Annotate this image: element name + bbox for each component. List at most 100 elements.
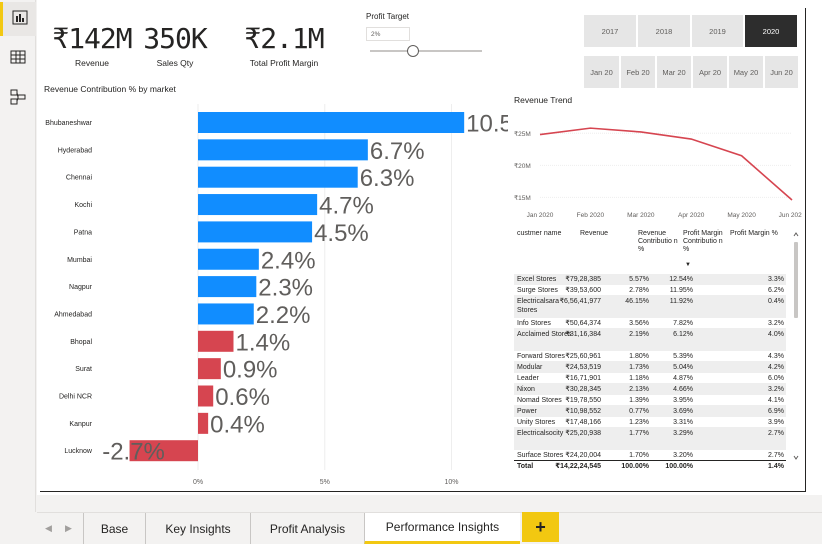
profit-target-input[interactable]: 2%: [366, 27, 410, 41]
bar: [198, 248, 259, 270]
add-page-button[interactable]: +: [522, 512, 559, 542]
kpi-card-profit-margin[interactable]: ₹2.1M Total Profit Margin: [236, 22, 332, 68]
cell-revenue-contribution: 1.80%: [629, 353, 649, 360]
report-view-button[interactable]: [0, 2, 36, 36]
category-label: Lucknow: [64, 448, 93, 455]
bar: [198, 194, 318, 216]
tab-scroll-left-icon[interactable]: ◀: [45, 523, 52, 534]
category-label: Kochi: [74, 202, 92, 209]
x-tick-label: 10%: [444, 479, 458, 486]
month-tile-jan[interactable]: Jan 20: [584, 56, 619, 88]
data-label: 2.2%: [256, 302, 311, 329]
table-scrollbar[interactable]: [792, 230, 800, 462]
cell-revenue: ₹39,53,600: [565, 287, 601, 294]
report-app: ₹142M Revenue 350K Sales Qty ₹2.1M Total…: [0, 0, 822, 544]
data-label: 1.4%: [235, 329, 290, 356]
cell-revenue-contribution: 1.73%: [629, 364, 649, 371]
month-tile-feb[interactable]: Feb 20: [621, 56, 655, 88]
x-tick-label: Jan 2020: [527, 212, 554, 219]
data-label: 0.6%: [215, 384, 270, 411]
year-tile-2018[interactable]: 2018: [638, 15, 690, 47]
data-label: 6.7%: [370, 138, 425, 165]
kpi-card-revenue[interactable]: ₹142M Revenue: [52, 22, 132, 68]
cell-revenue-contribution: 2.78%: [629, 287, 649, 294]
table-row[interactable]: Electricalsara Stores ₹6,56,41,977 46.15% 1…: [514, 296, 786, 318]
line-chart-title: Revenue Trend: [514, 95, 573, 105]
x-tick-label: Apr 2020: [678, 212, 705, 219]
table-body: Excel Stores ₹79,28,385 5.57% 12.54% 3.3% Sur…: [514, 274, 786, 461]
category-label: Patna: [74, 229, 92, 236]
table-row[interactable]: Acclaimed Stores ₹31,16,384 2.19% 6.12% 4.0%: [514, 329, 786, 351]
category-label: Nagpur: [69, 284, 93, 291]
table-row[interactable]: Nixon ₹30,28,345 2.13% 4.66% 3.2%: [514, 384, 786, 395]
category-label: Mumbai: [67, 257, 92, 264]
year-tile-2020[interactable]: 2020: [745, 15, 797, 47]
column-header-customer[interactable]: custmer name: [517, 230, 561, 238]
table-row[interactable]: Excel Stores ₹79,28,385 5.57% 12.54% 3.3%: [514, 274, 786, 285]
total-revenue: ₹14,22,24,545: [555, 463, 601, 470]
table-row[interactable]: Surge Stores ₹39,53,600 2.78% 11.95% 6.2%: [514, 285, 786, 296]
cell-profit-margin-contribution: 3.20%: [673, 452, 693, 459]
bar: [198, 385, 214, 407]
data-label: 6.3%: [360, 165, 415, 192]
bar: [198, 221, 313, 243]
cell-revenue-contribution: 1.18%: [629, 375, 649, 382]
cell-revenue: ₹10,98,552: [565, 408, 601, 415]
category-label: Kanpur: [69, 421, 92, 428]
page-tabs-bar: ◀ ▶ Base Key Insights Profit Analysis Pe…: [37, 512, 822, 544]
table-row[interactable]: Modular ₹24,53,519 1.73% 5.04% 4.2%: [514, 362, 786, 373]
tab-key-insights[interactable]: Key Insights: [145, 513, 250, 544]
tab-base[interactable]: Base: [83, 513, 145, 544]
column-header-revenue[interactable]: Revenue: [580, 230, 608, 238]
tab-performance-insights[interactable]: Performance Insights: [364, 513, 520, 544]
trend-line: [539, 127, 793, 201]
month-tile-may[interactable]: May 20: [729, 56, 763, 88]
profit-target-slider-track[interactable]: [370, 50, 482, 52]
table-row[interactable]: Nomad Stores ₹19,78,550 1.39% 3.95% 4.1%: [514, 395, 786, 406]
table-row[interactable]: Leader ₹16,71,901 1.18% 4.87% 6.0%: [514, 373, 786, 384]
column-header-revenue-contribution[interactable]: Revenue Contributio n %: [638, 230, 680, 254]
bar: [198, 276, 257, 298]
year-tile-2019[interactable]: 2019: [692, 15, 743, 47]
month-tile-apr[interactable]: Apr 20: [693, 56, 727, 88]
left-nav-pane: [0, 0, 36, 512]
category-label: Bhubaneshwar: [45, 120, 92, 127]
cell-profit-margin-contribution: 11.95%: [669, 287, 693, 294]
revenue-trend-line-chart[interactable]: ₹15M ₹20M ₹25M Jan 2020 Feb 2020 Mar 2020 Apr …: [510, 108, 802, 222]
profit-target-slider-handle[interactable]: [407, 45, 419, 57]
table-row[interactable]: Unity Stores ₹17,48,166 1.23% 3.31% 3.9%: [514, 417, 786, 428]
cell-profit-margin-contribution: 3.95%: [673, 397, 693, 404]
kpi-card-sales-qty[interactable]: 350K Sales Qty: [132, 22, 218, 68]
cell-revenue: ₹79,28,385: [565, 276, 601, 283]
table-row[interactable]: Info Stores ₹50,64,374 3.56% 7.82% 3.2%: [514, 318, 786, 329]
y-tick-label: ₹25M: [514, 131, 531, 138]
data-view-button[interactable]: [0, 42, 36, 76]
month-tile-jun[interactable]: Jun 20: [765, 56, 798, 88]
total-revenue-contribution: 100.00%: [621, 463, 649, 470]
revenue-contribution-bar-chart[interactable]: 0% 5% 10% Bhubaneshwar 10.5% Hyderabad 6.7% Che…: [40, 96, 508, 488]
column-header-profit-margin[interactable]: Profit Margin %: [730, 230, 778, 238]
x-tick-label: May 2020: [727, 212, 756, 219]
table-row[interactable]: Electricalsocity ₹25,20,938 1.77% 3.29% 2.7%: [514, 428, 786, 450]
kpi-value: ₹2.1M: [244, 22, 324, 55]
category-label: Ahmedabad: [54, 311, 92, 318]
kpi-label: Sales Qty: [156, 58, 194, 68]
cell-profit-margin-contribution: 3.29%: [673, 430, 693, 437]
year-tile-2017[interactable]: 2017: [584, 15, 636, 47]
cell-revenue-contribution: 3.56%: [629, 320, 649, 327]
table-row[interactable]: Forward Stores ₹25,60,961 1.80% 5.39% 4.3%: [514, 351, 786, 362]
data-label: 4.7%: [319, 193, 374, 220]
x-tick-label: Jun 2020: [779, 212, 802, 219]
model-view-button[interactable]: [0, 82, 36, 116]
cell-profit-margin-contribution: 7.82%: [673, 320, 693, 327]
cell-profit-margin: 2.7%: [768, 430, 784, 437]
table-row[interactable]: Power ₹10,98,552 0.77% 3.69% 6.9%: [514, 406, 786, 417]
column-header-profit-margin-contribution[interactable]: Profit Margin Contributio n %: [683, 230, 725, 254]
tab-scroll-right-icon[interactable]: ▶: [65, 523, 72, 534]
tab-profit-analysis[interactable]: Profit Analysis: [250, 513, 364, 544]
cell-profit-margin: 6.2%: [768, 287, 784, 294]
cell-profit-margin: 0.4%: [768, 298, 784, 305]
kpi-label: Total Profit Margin: [249, 58, 319, 68]
x-tick-label: 5%: [320, 479, 330, 486]
month-tile-mar[interactable]: Mar 20: [657, 56, 691, 88]
